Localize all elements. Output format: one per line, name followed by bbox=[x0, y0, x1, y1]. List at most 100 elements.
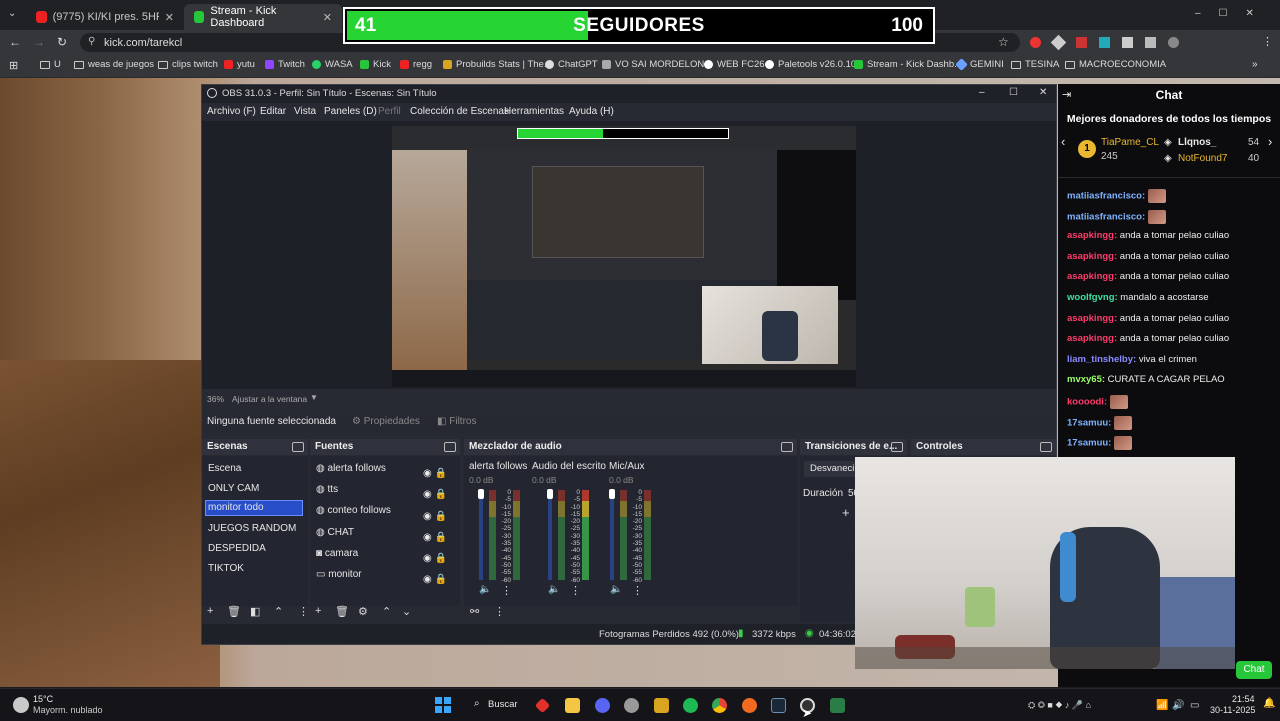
next-arrow-icon[interactable]: › bbox=[1268, 134, 1272, 149]
bookmark-item[interactable]: TESINA bbox=[1011, 59, 1059, 70]
down-arrow-icon[interactable]: ⌄ bbox=[402, 605, 411, 618]
app-icon[interactable] bbox=[742, 698, 757, 713]
scene-item[interactable]: JUEGOS RANDOM bbox=[208, 523, 296, 534]
filters-button[interactable]: ◧ Filtros bbox=[437, 416, 476, 427]
bookmark-item[interactable]: ChatGPT bbox=[545, 59, 598, 70]
eye-icon[interactable]: ◉ 🔒 bbox=[423, 548, 447, 569]
chat-username[interactable]: 17samuu: bbox=[1067, 417, 1111, 428]
app-icon[interactable] bbox=[624, 698, 639, 713]
bookmark-item[interactable]: Twitch bbox=[265, 59, 305, 70]
tab-youtube[interactable]: (9775) KI/KI pres. 5HRS OF AC ✕ bbox=[26, 4, 184, 30]
tab-list-icon[interactable]: ⌄ bbox=[8, 8, 16, 19]
trash-icon[interactable]: 🗑 bbox=[227, 605, 241, 618]
close-icon[interactable]: ✕ bbox=[165, 11, 174, 24]
app-icon[interactable] bbox=[654, 698, 669, 713]
source-item[interactable]: ◍ conteo follows bbox=[316, 505, 391, 516]
undock-icon[interactable] bbox=[781, 442, 793, 452]
chat-username[interactable]: woolfgvng: bbox=[1067, 292, 1118, 303]
tray-icons[interactable]: ⛭ ◎ ■ ◆ ♪ 🎤 ⌂ bbox=[1028, 700, 1091, 711]
extension-icons[interactable] bbox=[1030, 34, 1230, 51]
volume-slider[interactable] bbox=[478, 489, 484, 499]
undock-icon[interactable] bbox=[292, 442, 304, 452]
windows-start-icon[interactable] bbox=[435, 697, 451, 713]
bookmark-item[interactable]: regg bbox=[400, 59, 432, 70]
undock-icon[interactable] bbox=[1040, 442, 1052, 452]
site-info-icon[interactable]: ⚲ bbox=[88, 36, 95, 47]
tab-kick-dashboard[interactable]: Stream - Kick Dashboard ✕ bbox=[184, 4, 342, 30]
link-icon[interactable]: ⚯ bbox=[470, 605, 479, 618]
clock-date[interactable]: 30-11-2025 bbox=[1210, 705, 1255, 715]
chat-username[interactable]: asapkingg: bbox=[1067, 271, 1117, 282]
bookmark-item[interactable]: weas de juegos bbox=[74, 59, 154, 70]
menu-ayuda[interactable]: Ayuda (H) bbox=[569, 106, 614, 117]
bookmark-item[interactable]: WASA bbox=[312, 59, 353, 70]
chat-username[interactable]: mvxy65: bbox=[1067, 374, 1105, 385]
more-icon[interactable]: ⋮ bbox=[501, 584, 512, 597]
bookmark-item[interactable]: Paletools v26.0.10 bbox=[765, 59, 856, 70]
scene-item[interactable]: Escena bbox=[208, 463, 241, 474]
filter-icon[interactable]: ◧ bbox=[250, 605, 260, 618]
chat-username[interactable]: koooodi: bbox=[1067, 397, 1107, 408]
clock-time[interactable]: 21:54 bbox=[1232, 694, 1255, 704]
eye-icon[interactable]: ◉ 🔒 bbox=[423, 484, 447, 505]
app-icon[interactable] bbox=[534, 697, 551, 714]
close-icon[interactable]: ✕ bbox=[1039, 87, 1047, 98]
close-icon[interactable]: ✕ bbox=[323, 11, 332, 24]
weather-desc[interactable]: Mayorm. nublado bbox=[33, 705, 103, 715]
add-icon[interactable]: + bbox=[315, 605, 321, 617]
zoom-mode-dropdown[interactable]: Ajustar a la ventana bbox=[232, 394, 307, 404]
bookmark-item[interactable]: Kick bbox=[360, 59, 391, 70]
forward-icon[interactable]: → bbox=[33, 35, 45, 49]
eye-icon[interactable]: ◉ 🔒 bbox=[423, 569, 447, 590]
chat-username[interactable]: asapkingg: bbox=[1067, 313, 1117, 324]
prev-arrow-icon[interactable]: ‹ bbox=[1061, 134, 1065, 149]
minimize-icon[interactable]: – bbox=[979, 87, 985, 98]
chevron-down-icon[interactable]: ▼ bbox=[310, 393, 318, 402]
speaker-icon[interactable]: 🔈 bbox=[479, 584, 491, 595]
up-arrow-icon[interactable]: ⌃ bbox=[274, 605, 283, 618]
bookmark-item[interactable]: Stream - Kick Dashb... bbox=[854, 59, 962, 70]
window-controls[interactable]: –☐✕ bbox=[1195, 8, 1272, 19]
bookmark-item[interactable]: MACROECONOMIA bbox=[1065, 59, 1166, 70]
donor-name[interactable]: TiaPame_CL bbox=[1101, 137, 1159, 148]
send-chat-button[interactable]: Chat bbox=[1236, 661, 1272, 679]
chat-username[interactable]: asapkingg: bbox=[1067, 230, 1117, 241]
bookmark-item[interactable]: WEB FC26 bbox=[704, 59, 765, 70]
up-arrow-icon[interactable]: ⌃ bbox=[382, 605, 391, 618]
apps-grid-icon[interactable]: ⊞ bbox=[9, 59, 18, 72]
menu-vista[interactable]: Vista bbox=[294, 106, 316, 117]
scene-item[interactable]: TIKTOK bbox=[208, 563, 244, 574]
bookmark-star-icon[interactable]: ☆ bbox=[998, 35, 1009, 49]
undock-icon[interactable] bbox=[444, 442, 456, 452]
stream-preview[interactable] bbox=[392, 126, 856, 387]
trash-icon[interactable]: 🗑 bbox=[335, 605, 349, 618]
more-bookmarks-icon[interactable]: » bbox=[1252, 59, 1258, 70]
source-item[interactable]: ◍ tts bbox=[316, 484, 338, 495]
add-icon[interactable]: + bbox=[842, 505, 850, 520]
menu-editar[interactable]: Editar bbox=[260, 106, 286, 117]
speaker-icon[interactable]: 🔈 bbox=[548, 584, 560, 595]
weather-icon[interactable] bbox=[13, 697, 29, 713]
properties-button[interactable]: ⚙ Propiedades bbox=[352, 416, 420, 427]
bookmark-item[interactable]: GEMINI bbox=[955, 58, 1004, 71]
menu-coleccion-escenas[interactable]: Colección de Escenas bbox=[410, 106, 509, 117]
search-label[interactable]: Buscar bbox=[488, 699, 518, 710]
donor-name[interactable]: NotFound7 bbox=[1178, 153, 1227, 164]
bookmark-item[interactable]: Probuilds Stats | The... bbox=[443, 59, 552, 70]
more-icon[interactable]: ⋮ bbox=[494, 605, 505, 618]
more-icon[interactable]: ⋮ bbox=[298, 605, 309, 618]
menu-icon[interactable]: ⋮ bbox=[1262, 35, 1273, 48]
source-item[interactable]: ▭ monitor bbox=[316, 569, 362, 580]
chat-username[interactable]: matiiasfrancisco: bbox=[1067, 211, 1145, 222]
discord-icon[interactable] bbox=[595, 698, 610, 713]
chrome-icon[interactable] bbox=[712, 698, 727, 713]
scene-item[interactable]: ONLY CAM bbox=[208, 483, 259, 494]
eye-icon[interactable]: ◉ 🔒 bbox=[423, 506, 447, 527]
weather-temp[interactable]: 15°C bbox=[33, 694, 53, 704]
spotify-icon[interactable] bbox=[683, 698, 698, 713]
eye-icon[interactable]: ◉ 🔒 bbox=[423, 527, 447, 548]
chat-username[interactable]: 17samuu: bbox=[1067, 438, 1111, 449]
volume-slider[interactable] bbox=[609, 489, 615, 499]
chat-username[interactable]: liam_tinshelby: bbox=[1067, 354, 1136, 365]
more-icon[interactable]: ⋮ bbox=[570, 584, 581, 597]
